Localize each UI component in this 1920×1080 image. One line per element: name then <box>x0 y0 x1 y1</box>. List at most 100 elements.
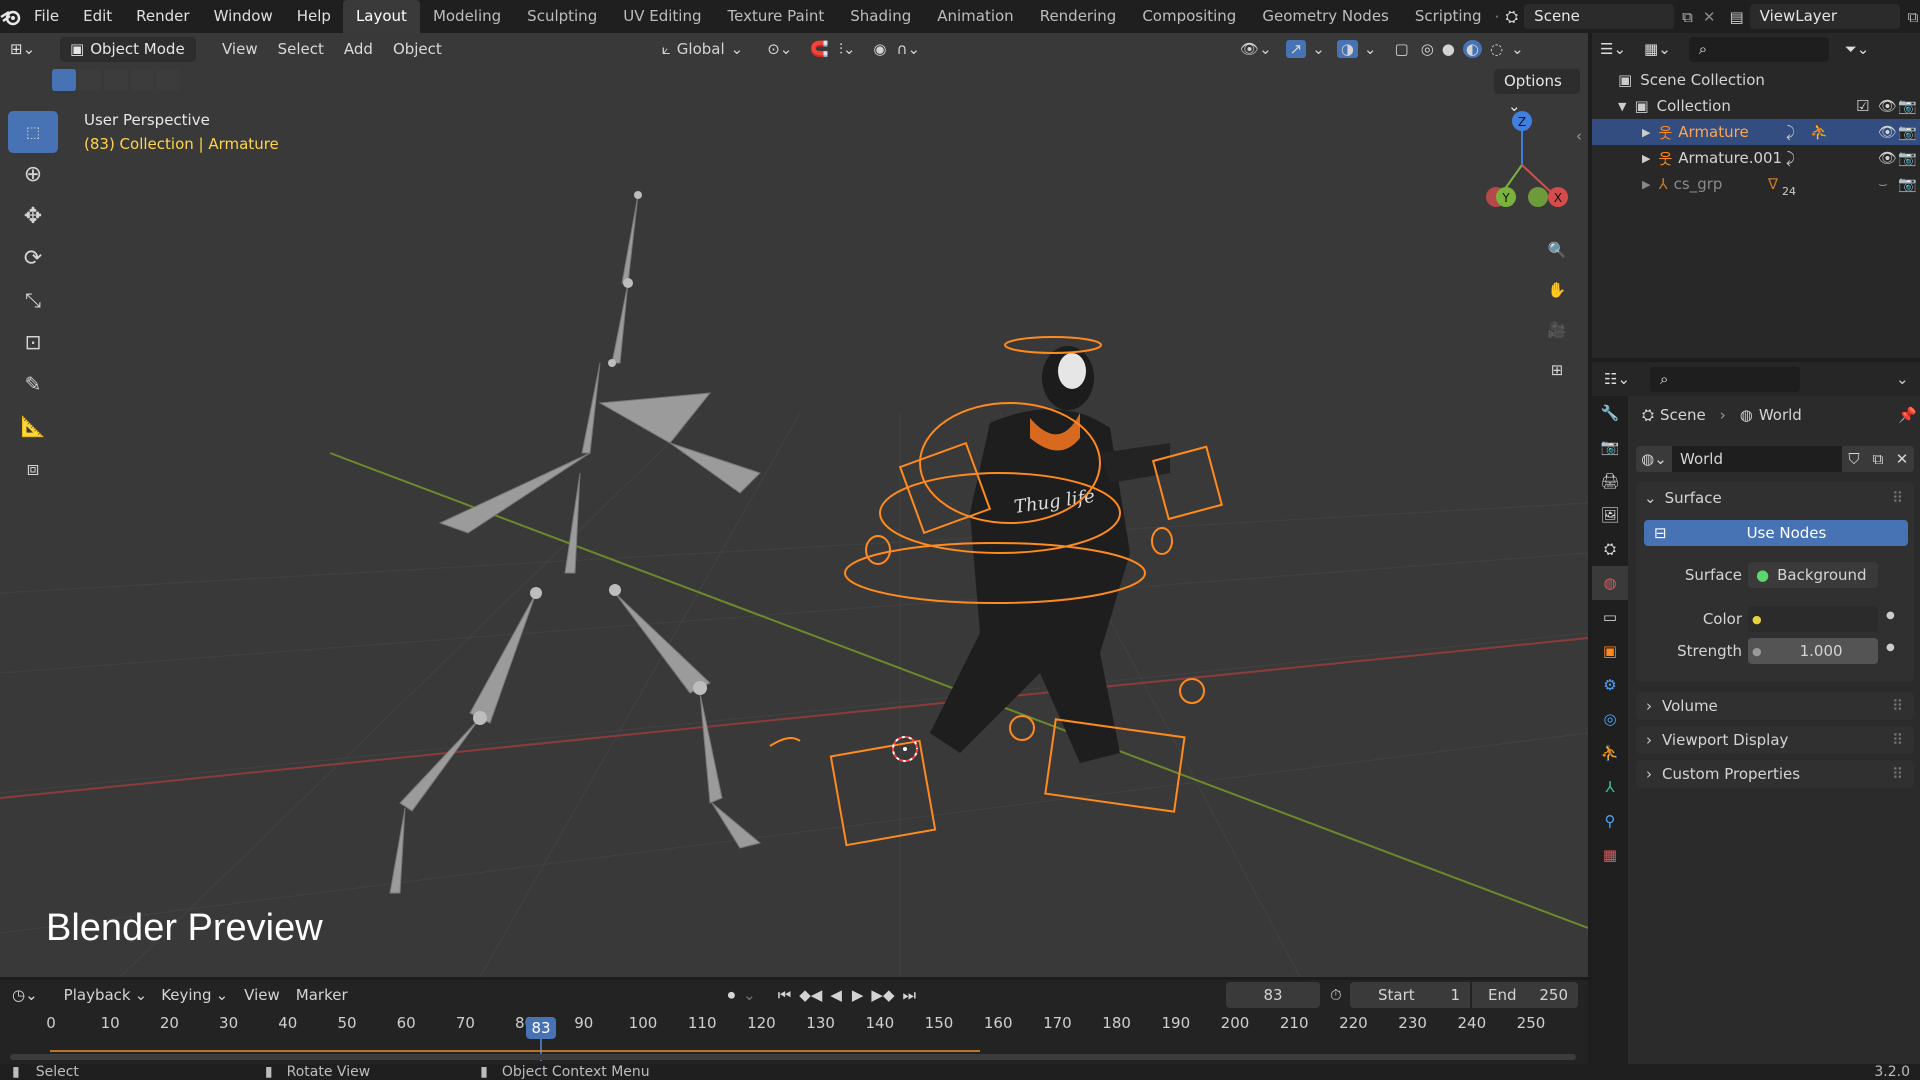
wireframe-shading-icon[interactable]: ◎ <box>1421 40 1434 58</box>
outliner-search-input[interactable]: ⌕ <box>1688 36 1829 62</box>
editor-type-icon[interactable]: ⊞⌄ <box>10 40 50 58</box>
measure-tool[interactable]: 📐 <box>8 405 58 447</box>
scale-tool[interactable]: ⤡ <box>8 279 58 321</box>
drag-handle-icon[interactable]: ⠿ <box>1892 489 1903 507</box>
use-nodes-button[interactable]: ⊟ Use Nodes <box>1644 520 1908 546</box>
select-box-tool[interactable]: ⬚ <box>8 111 58 153</box>
color-swatch-field[interactable]: ● <box>1748 606 1878 632</box>
shading-dropdown-icon[interactable]: ⌄ <box>1511 40 1524 58</box>
scene-selector[interactable]: ⛭ Scene ⧉ ✕ <box>1505 4 1715 29</box>
menu-help[interactable]: Help <box>285 0 343 33</box>
scene-name-field[interactable]: Scene <box>1524 4 1675 29</box>
sidebar-toggle-icon[interactable]: ‹ <box>1576 127 1582 145</box>
gizmo-toggle-icon[interactable]: ↗ <box>1285 40 1307 58</box>
more-tabs-dot[interactable]: · <box>1495 8 1500 26</box>
tab-texture[interactable]: ▦ <box>1592 838 1628 872</box>
menu-file[interactable]: File <box>22 0 71 33</box>
cursor-tool[interactable]: ⊕ <box>8 153 58 195</box>
tab-scene[interactable]: ⛭ <box>1592 532 1628 566</box>
tab-bone[interactable]: ⚲ <box>1592 804 1628 838</box>
collapse-arrow-icon[interactable]: ▼ <box>1618 100 1626 113</box>
overlay-toggle-icon[interactable]: ◑ <box>1336 40 1358 58</box>
strength-input[interactable]: ● 1.000 <box>1748 638 1878 664</box>
properties-search-input[interactable]: ⌕ <box>1650 366 1801 392</box>
tab-data[interactable]: ⅄ <box>1592 770 1628 804</box>
options-dropdown[interactable]: Options ⌄ <box>1494 69 1580 115</box>
world-browse-icon[interactable]: ◍⌄ <box>1636 446 1672 472</box>
move-tool[interactable]: ✥ <box>8 195 58 237</box>
outliner-item-cs-grp[interactable]: ▶ ⅄ cs_grp ∇ 24 ⌣ 📷 <box>1592 171 1920 198</box>
keyframe-dot-icon[interactable]: ● <box>1886 610 1895 621</box>
new-view-layer-icon[interactable]: ⧉ <box>1908 8 1919 26</box>
tab-view-layer[interactable]: 🖼 <box>1592 498 1628 532</box>
tab-layout[interactable]: Layout <box>342 0 420 33</box>
xray-icon[interactable]: ▢ <box>1395 40 1409 58</box>
unlink-icon[interactable]: ✕ <box>1890 446 1914 472</box>
proportional-edit-icon[interactable]: ◉ <box>873 40 886 58</box>
duplicate-icon[interactable]: ⧉ <box>1866 446 1890 472</box>
tab-modifiers[interactable]: ⚙ <box>1592 668 1628 702</box>
display-mode-icon[interactable]: ▦⌄ <box>1644 40 1671 58</box>
outliner-scene-collection[interactable]: ▣ Scene Collection <box>1592 67 1920 93</box>
playhead[interactable]: 83 <box>526 1017 556 1039</box>
world-name-field[interactable]: World <box>1672 446 1842 472</box>
select-extend-icon[interactable] <box>78 69 102 91</box>
gizmo-dropdown-icon[interactable]: ⌄ <box>1312 40 1325 58</box>
checkbox-icon[interactable]: ☑ <box>1856 97 1869 115</box>
pan-button[interactable]: ✋ <box>1540 273 1574 307</box>
navigation-gizmo[interactable]: Z Y X <box>1470 107 1580 217</box>
select-intersect-icon[interactable] <box>156 69 180 91</box>
eye-icon[interactable]: 👁 <box>1878 97 1897 115</box>
eye-icon[interactable]: 👁 <box>1878 149 1897 167</box>
hidden-eye-icon[interactable]: ⌣ <box>1878 175 1888 193</box>
menu-object[interactable]: Object <box>393 40 442 58</box>
tab-texture-paint[interactable]: Texture Paint <box>714 0 837 33</box>
zoom-button[interactable]: 🔍 <box>1540 233 1574 267</box>
select-new-icon[interactable] <box>52 69 76 91</box>
tab-tool[interactable]: 🔧 <box>1592 396 1628 430</box>
menu-edit[interactable]: Edit <box>71 0 124 33</box>
surface-shader-selector[interactable]: ● Background <box>1748 562 1878 588</box>
ortho-toggle-button[interactable]: ⊞ <box>1540 353 1574 387</box>
outliner-item-armature-001[interactable]: ▶ 웃 Armature.001 ⤸ 👁 📷 <box>1592 145 1920 171</box>
tab-animation[interactable]: Animation <box>924 0 1026 33</box>
view-layer-field[interactable]: ViewLayer <box>1749 4 1900 29</box>
tab-shading[interactable]: Shading <box>837 0 924 33</box>
view-layer-selector[interactable]: ▤ ViewLayer ⧉ ✕ <box>1729 4 1920 29</box>
material-shading-icon[interactable]: ◐ <box>1462 40 1482 58</box>
rendered-shading-icon[interactable]: ◌ <box>1490 40 1503 58</box>
outliner-editor-icon[interactable]: ☰⌄ <box>1600 40 1626 58</box>
custom-properties-panel[interactable]: › Custom Properties ⠿ <box>1636 760 1914 788</box>
tab-compositing[interactable]: Compositing <box>1129 0 1249 33</box>
expand-arrow-icon[interactable]: ▶ <box>1642 126 1650 139</box>
tab-world[interactable]: ◍ <box>1592 566 1628 600</box>
viewport-display-panel[interactable]: › Viewport Display ⠿ <box>1636 726 1914 754</box>
select-subtract-icon[interactable] <box>104 69 128 91</box>
tab-constraints[interactable]: ⛹ <box>1592 736 1628 770</box>
blender-logo-icon[interactable] <box>0 8 22 26</box>
tab-output[interactable]: 🖨 <box>1592 464 1628 498</box>
tab-sculpting[interactable]: Sculpting <box>514 0 610 33</box>
solid-shading-icon[interactable]: ● <box>1442 40 1455 58</box>
menu-render[interactable]: Render <box>124 0 201 33</box>
3d-viewport[interactable]: Thug life ⊞⌄ ▣ Object Mode View Select A… <box>0 33 1588 977</box>
tab-collection[interactable]: ▭ <box>1592 600 1628 634</box>
render-camera-icon[interactable]: 📷 <box>1898 123 1917 141</box>
annotate-tool[interactable]: ✎ <box>8 363 58 405</box>
outliner-collection[interactable]: ▼ ▣ Collection ☑ 👁 📷 <box>1592 93 1920 119</box>
menu-add[interactable]: Add <box>344 40 373 58</box>
camera-view-button[interactable]: 🎥 <box>1540 313 1574 347</box>
surface-panel-header[interactable]: ⌄ Surface ⠿ <box>1636 482 1914 514</box>
falloff-icon[interactable]: ∩⌄ <box>896 40 920 58</box>
expand-arrow-icon[interactable]: ▶ <box>1642 178 1650 191</box>
tab-geometry-nodes[interactable]: Geometry Nodes <box>1249 0 1402 33</box>
fake-user-icon[interactable]: ⛉ <box>1842 446 1866 472</box>
new-scene-icon[interactable]: ⧉ <box>1682 8 1693 26</box>
visibility-icon[interactable]: 👁⌄ <box>1240 40 1272 58</box>
tab-physics[interactable]: ◎ <box>1592 702 1628 736</box>
tab-modeling[interactable]: Modeling <box>420 0 514 33</box>
filter-icon[interactable]: ⏷⌄ <box>1845 40 1870 58</box>
render-camera-icon[interactable]: 📷 <box>1898 175 1917 193</box>
pivot-point-icon[interactable]: ⊙⌄ <box>767 40 792 58</box>
tab-scripting[interactable]: Scripting <box>1402 0 1495 33</box>
